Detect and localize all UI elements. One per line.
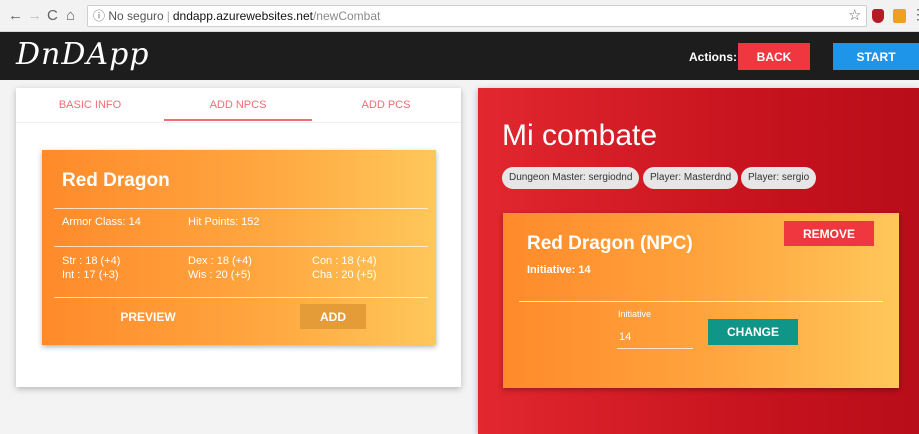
menu-dots-icon[interactable]: ⋮ [911, 6, 919, 23]
card-divider [519, 301, 883, 302]
combatant-name: Red Dragon (NPC) [527, 233, 693, 254]
change-initiative-button[interactable]: CHANGE [708, 319, 798, 345]
npc-card: Red Dragon Armor Class: 14 Hit Points: 1… [42, 150, 436, 345]
npc-name: Red Dragon [62, 170, 170, 191]
back-arrow-icon[interactable]: ← [8, 7, 23, 25]
remove-button[interactable]: REMOVE [784, 221, 874, 246]
tab-bar: BASIC INFO ADD NPCS ADD PCS [16, 88, 461, 123]
start-button[interactable]: START [833, 43, 919, 70]
extension-icon[interactable] [893, 9, 906, 23]
setup-panel: BASIC INFO ADD NPCS ADD PCS Red Dragon A… [16, 88, 461, 387]
address-bar[interactable]: ⓘ No seguro | dndapp.azurewebsites.net/new… [87, 5, 867, 27]
forward-arrow-icon[interactable]: → [27, 7, 42, 25]
back-button[interactable]: BACK [738, 43, 810, 70]
url-path: /newCombat [312, 9, 381, 23]
reload-icon[interactable]: C [47, 7, 58, 25]
stat-wis: Wis : 20 (+5) [188, 269, 251, 281]
tab-basic-info[interactable]: BASIC INFO [16, 99, 164, 111]
browser-toolbar: ← → C ⌂ ⓘ No seguro | dndapp.azurewebsites… [0, 0, 919, 32]
initiative-field-label: Initiative [618, 309, 652, 319]
tab-add-pcs[interactable]: ADD PCS [312, 99, 460, 111]
info-icon[interactable]: ⓘ [93, 6, 105, 26]
home-icon[interactable]: ⌂ [66, 7, 75, 25]
url-separator: | [166, 9, 170, 23]
actions-label: Actions: [689, 50, 737, 64]
stat-dex: Dex : 18 (+4) [188, 255, 252, 267]
card-divider [54, 297, 428, 298]
stat-str: Str : 18 (+4) [62, 255, 121, 267]
app-logo[interactable]: DnDApp [16, 37, 150, 72]
security-label: No seguro [108, 9, 164, 23]
player-chip: Player: Masterdnd [643, 167, 739, 189]
stat-cha: Cha : 20 (+5) [312, 269, 377, 281]
combat-title: Mi combate [502, 119, 658, 152]
active-tab-indicator [164, 119, 312, 121]
stat-int: Int : 17 (+3) [62, 269, 119, 281]
card-divider [54, 246, 428, 247]
player-chip: Player: sergio [741, 167, 817, 189]
combatant-card: Red Dragon (NPC) Initiative: 14 REMOVE I… [503, 213, 899, 388]
url-host: dndapp.azurewebsites.net [172, 9, 313, 23]
preview-button[interactable]: PREVIEW [88, 304, 208, 329]
combat-panel: Mi combate Dungeon Master: sergiodnd Pla… [478, 88, 919, 434]
initiative-input[interactable] [617, 325, 693, 349]
stat-con: Con : 18 (+4) [312, 255, 377, 267]
card-divider [54, 208, 428, 209]
hit-points: Hit Points: 152 [188, 216, 260, 228]
armor-class: Armor Class: 14 [62, 216, 141, 228]
combatant-initiative: Initiative: 14 [527, 264, 591, 276]
bookmark-star-icon[interactable]: ☆ [848, 6, 861, 24]
shield-extension-icon[interactable] [872, 9, 884, 23]
add-npc-button[interactable]: ADD [300, 304, 366, 329]
dungeon-master-chip: Dungeon Master: sergiodnd [502, 167, 640, 189]
tab-add-npcs[interactable]: ADD NPCS [164, 99, 312, 111]
